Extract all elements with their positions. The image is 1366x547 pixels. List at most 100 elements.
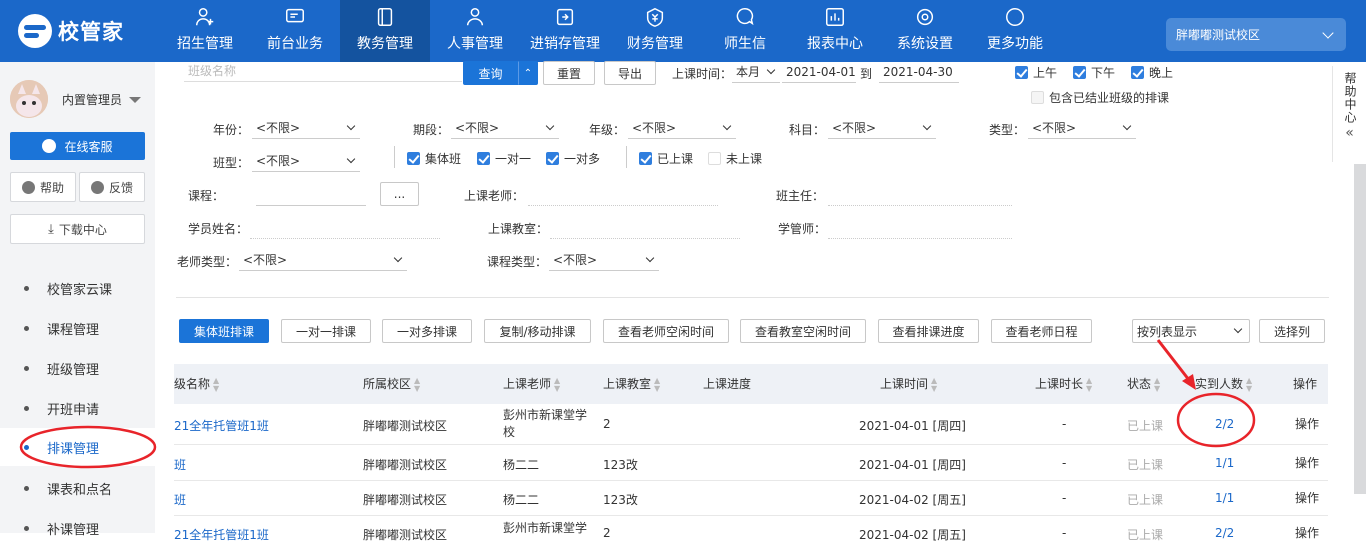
teacher-label: 上课老师： [464, 189, 525, 203]
admin-name[interactable]: 内置管理员 [62, 91, 122, 108]
caret-down-icon[interactable] [129, 97, 141, 103]
operation-button[interactable]: 操作 [1295, 489, 1319, 506]
class-name-link[interactable]: 班 [174, 491, 186, 508]
operation-button[interactable]: 操作 [1295, 454, 1319, 471]
attendance-link[interactable]: 1/1 [1215, 456, 1234, 470]
attendance-link[interactable]: 2/2 [1215, 417, 1234, 431]
nav-item-reports[interactable]: 报表中心 [790, 0, 880, 62]
chevron-down-icon [766, 65, 776, 75]
teacher-calendar-button[interactable]: 查看老师日程 [991, 319, 1092, 343]
subject-select[interactable]: <不限> [828, 117, 936, 139]
col-attendance[interactable]: 实到人数 ▲ ▼ [1195, 364, 1252, 404]
manager-input[interactable] [828, 219, 1012, 239]
sidebar: 内置管理员 在线客服 帮助 反馈 ⤓ 下载中心 校管家云课 课程管理 班级管理 … [0, 62, 155, 538]
nav-item-enrollment[interactable]: 招生管理 [160, 0, 250, 62]
copy-move-button[interactable]: 复制/移动排课 [484, 319, 591, 343]
course-picker-button[interactable]: ... [380, 182, 419, 206]
col-teacher[interactable]: 上课老师 ▲ ▼ [503, 364, 560, 404]
include-finished-checkbox[interactable]: 包含已结业班级的排课 [1031, 89, 1169, 106]
date-from-input[interactable]: 2021-04-01 [782, 61, 856, 83]
one-to-many-schedule-button[interactable]: 一对多排课 [382, 319, 472, 343]
col-time[interactable]: 上课时间 ▲ ▼ [880, 364, 937, 404]
gear-icon [916, 8, 934, 26]
student-input[interactable] [250, 219, 440, 239]
sidebar-item-course[interactable]: 课程管理 [0, 309, 155, 347]
sort-icon: ▲ ▼ [1086, 375, 1093, 393]
nav-item-finance[interactable]: 财务管理 [610, 0, 700, 62]
group-class-checkbox[interactable]: 集体班 [407, 150, 461, 167]
room-input[interactable] [550, 219, 740, 239]
course-input[interactable] [256, 186, 366, 206]
nav-item-messages[interactable]: 师生信 [700, 0, 790, 62]
col-progress[interactable]: 上课进度 [703, 364, 751, 404]
scrollbar[interactable] [1354, 164, 1366, 494]
done-checkbox[interactable]: 已上课 [639, 150, 693, 167]
bullet-icon [24, 525, 29, 531]
one-to-many-checkbox[interactable]: 一对多 [546, 150, 600, 167]
teacher-type-select[interactable]: <不限> [239, 249, 407, 271]
sidebar-item-timetable[interactable]: 课表和点名 [0, 469, 155, 507]
col-campus[interactable]: 所属校区 ▲ ▼ [363, 364, 420, 404]
nav-item-front-desk[interactable]: 前台业务 [250, 0, 340, 62]
brand-logo[interactable]: 校管家 [18, 14, 124, 48]
room-free-time-button[interactable]: 查看教室空闲时间 [740, 319, 866, 343]
time-label: 上课时间： [672, 67, 733, 81]
one-to-one-checkbox[interactable]: 一对一 [477, 150, 531, 167]
box-arrow-icon [556, 8, 574, 26]
time-range-select[interactable]: 本月 [732, 61, 780, 83]
head-teacher-input[interactable] [828, 186, 1012, 206]
sidebar-item-scheduling[interactable]: 排课管理 [0, 428, 155, 466]
schedule-progress-button[interactable]: 查看排课进度 [878, 319, 979, 343]
nav-item-hr[interactable]: 人事管理 [430, 0, 520, 62]
col-duration[interactable]: 上课时长 ▲ ▼ [1035, 364, 1092, 404]
query-button[interactable]: 查询 [463, 61, 518, 85]
reset-button[interactable]: 重置 [543, 61, 595, 85]
campus-selector[interactable]: 胖嘟嘟测试校区 [1166, 18, 1346, 51]
class-name-link[interactable]: 21全年托管班1班 [174, 417, 269, 434]
nav-item-more[interactable]: 更多功能 [970, 0, 1060, 62]
evening-checkbox[interactable]: 晚上 [1131, 64, 1173, 81]
user-plus-icon [196, 8, 214, 26]
view-mode-select[interactable]: 按列表显示 [1132, 319, 1250, 343]
afternoon-checkbox[interactable]: 下午 [1073, 64, 1115, 81]
help-button[interactable]: 帮助 [10, 172, 76, 202]
col-status[interactable]: 状态 ▲ ▼ [1127, 364, 1160, 404]
class-name-input[interactable]: 班级名称 [184, 62, 462, 82]
sidebar-item-makeup[interactable]: 补课管理 [0, 509, 155, 547]
sidebar-item-cloud-course[interactable]: 校管家云课 [0, 269, 155, 307]
operation-button[interactable]: 操作 [1295, 415, 1319, 432]
date-to-input[interactable]: 2021-04-30 [879, 61, 959, 83]
nav-item-academic[interactable]: 教务管理 [340, 0, 430, 62]
year-select[interactable]: <不限> [252, 117, 360, 139]
course-type-select[interactable]: <不限> [549, 249, 659, 271]
group-schedule-button[interactable]: 集体班排课 [179, 319, 269, 343]
teacher-input[interactable] [528, 186, 718, 206]
collapse-toggle[interactable]: ⌃ [518, 61, 538, 85]
export-button[interactable]: 导出 [604, 61, 656, 85]
nav-item-inventory[interactable]: 进销存管理 [520, 0, 610, 62]
teacher-free-time-button[interactable]: 查看老师空闲时间 [603, 319, 729, 343]
class-name-link[interactable]: 21全年托管班1班 [174, 526, 269, 543]
not-done-checkbox[interactable]: 未上课 [708, 150, 762, 167]
nav-item-settings[interactable]: 系统设置 [880, 0, 970, 62]
col-room[interactable]: 上课教室 ▲ ▼ [603, 364, 660, 404]
sidebar-item-class[interactable]: 班级管理 [0, 349, 155, 387]
sidebar-item-open-class[interactable]: 开班申请 [0, 389, 155, 427]
period-select[interactable]: <不限> [451, 117, 559, 139]
feedback-button[interactable]: 反馈 [79, 172, 145, 202]
class-type-select[interactable]: <不限> [252, 150, 360, 172]
attendance-link[interactable]: 2/2 [1215, 526, 1234, 540]
grade-select[interactable]: <不限> [628, 117, 736, 139]
type-select[interactable]: <不限> [1028, 117, 1136, 139]
choose-columns-button[interactable]: 选择列 [1259, 319, 1325, 343]
one-to-one-schedule-button[interactable]: 一对一排课 [281, 319, 371, 343]
morning-checkbox[interactable]: 上午 [1015, 64, 1057, 81]
online-service-button[interactable]: 在线客服 [10, 132, 145, 160]
avatar[interactable] [10, 80, 48, 118]
class-name-link[interactable]: 班 [174, 456, 186, 473]
attendance-link[interactable]: 1/1 [1215, 491, 1234, 505]
chevron-down-icon [722, 121, 732, 131]
download-center-button[interactable]: ⤓ 下载中心 [10, 214, 145, 244]
col-class-name[interactable]: 级名称 ▲ ▼ [174, 364, 219, 404]
help-center-tab[interactable]: 帮助中心 « [1332, 66, 1366, 162]
